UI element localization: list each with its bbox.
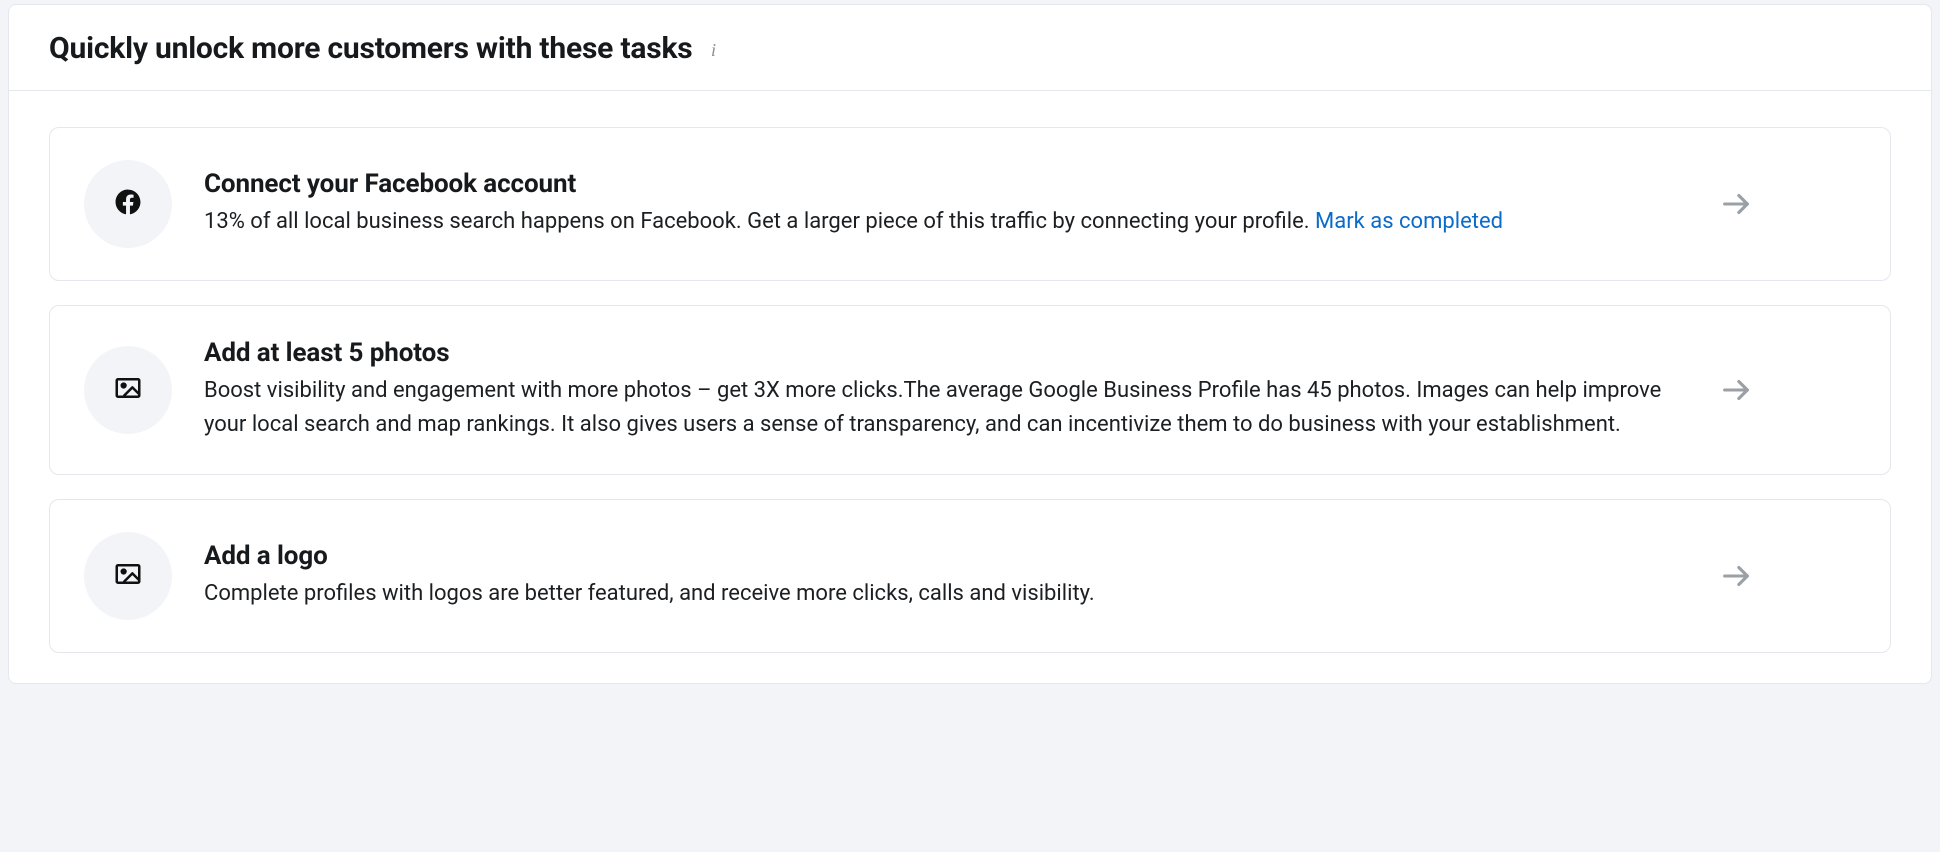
- panel-title: Quickly unlock more customers with these…: [49, 31, 693, 66]
- task-description: 13% of all local business search happens…: [204, 205, 1684, 239]
- arrow-right-icon: [1716, 184, 1756, 224]
- arrow-right-icon: [1716, 556, 1756, 596]
- task-body: Connect your Facebook account 13% of all…: [204, 169, 1684, 239]
- image-icon: [113, 559, 143, 593]
- mark-completed-link[interactable]: Mark as completed: [1315, 209, 1503, 234]
- task-title: Connect your Facebook account: [204, 169, 1684, 199]
- task-icon-wrap: [84, 346, 172, 434]
- task-description: Complete profiles with logos are better …: [204, 577, 1684, 611]
- task-description: Boost visibility and engagement with mor…: [204, 374, 1684, 442]
- task-card-add-photos[interactable]: Add at least 5 photos Boost visibility a…: [49, 305, 1891, 475]
- task-title: Add at least 5 photos: [204, 338, 1684, 368]
- arrow-right-icon: [1716, 370, 1756, 410]
- panel-header: Quickly unlock more customers with these…: [9, 5, 1931, 91]
- task-body: Add at least 5 photos Boost visibility a…: [204, 338, 1684, 442]
- task-icon-wrap: [84, 160, 172, 248]
- tasks-list: Connect your Facebook account 13% of all…: [9, 91, 1931, 683]
- image-icon: [113, 373, 143, 407]
- task-card-connect-facebook[interactable]: Connect your Facebook account 13% of all…: [49, 127, 1891, 281]
- info-icon[interactable]: i: [705, 41, 723, 59]
- task-icon-wrap: [84, 532, 172, 620]
- task-card-add-logo[interactable]: Add a logo Complete profiles with logos …: [49, 499, 1891, 653]
- task-title: Add a logo: [204, 541, 1684, 571]
- tasks-panel: Quickly unlock more customers with these…: [8, 4, 1932, 684]
- facebook-icon: [113, 187, 143, 221]
- task-body: Add a logo Complete profiles with logos …: [204, 541, 1684, 611]
- task-description-text: 13% of all local business search happens…: [204, 209, 1315, 234]
